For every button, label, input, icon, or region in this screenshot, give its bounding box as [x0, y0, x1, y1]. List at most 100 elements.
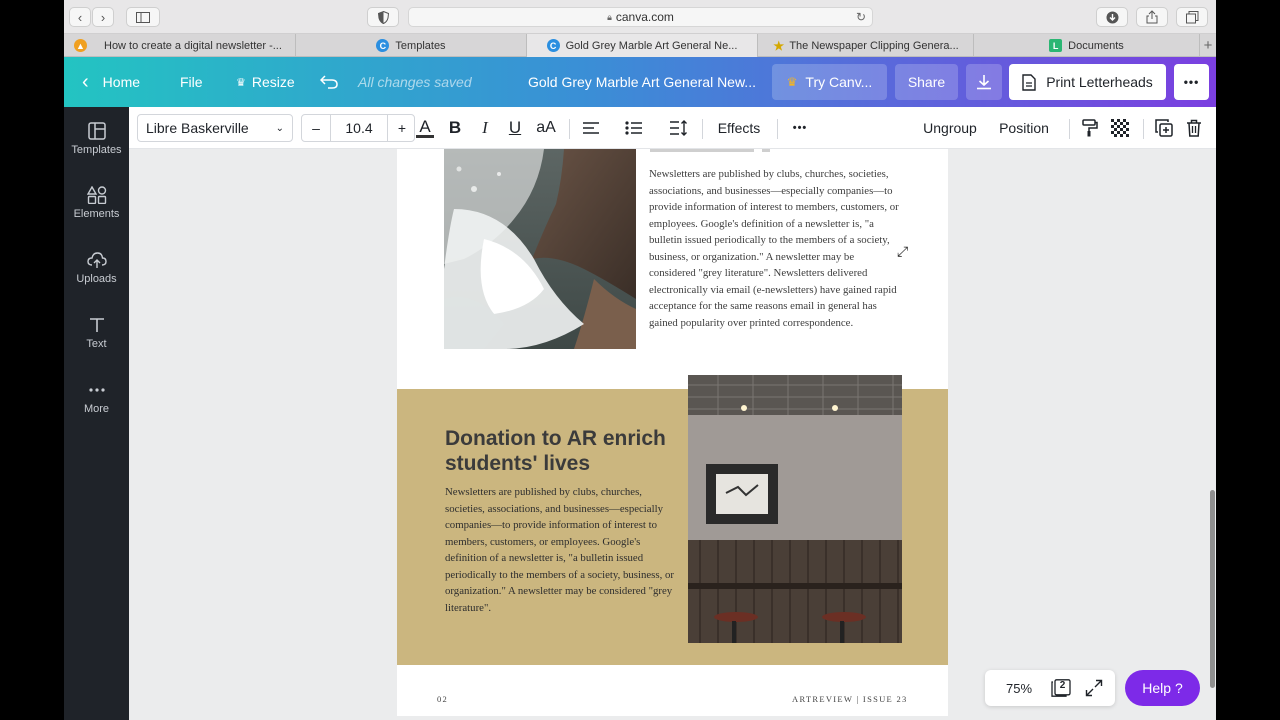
issue-label: ARTREVIEW | ISSUE 23 [792, 694, 908, 704]
download-circle-icon [1106, 11, 1118, 23]
tab-documents[interactable]: L Documents [974, 34, 1200, 57]
font-size-input[interactable]: 10.4 [331, 120, 387, 136]
sidebar-label: Elements [73, 208, 120, 220]
sidebar-item-elements[interactable]: Elements [64, 186, 129, 242]
more-text-options-button[interactable]: ••• [787, 114, 813, 142]
cloud-upload-icon [86, 252, 107, 268]
resize-button[interactable]: ♛ Resize [236, 57, 295, 107]
tab-overview-button[interactable] [1176, 7, 1208, 27]
spacing-button[interactable] [667, 114, 691, 142]
tab-templates[interactable]: C Templates [296, 34, 527, 57]
crown-icon: ♛ [786, 75, 798, 89]
text-color-button[interactable]: A [412, 114, 438, 142]
font-size-stepper: – 10.4 + [301, 114, 415, 142]
decrease-size-button[interactable]: – [302, 120, 330, 136]
tab-gold-grey-marble[interactable]: C Gold Grey Marble Art General Ne... [527, 34, 758, 57]
underline-button[interactable]: U [503, 114, 527, 142]
duplicate-button[interactable] [1153, 114, 1175, 142]
italic-button[interactable]: I [473, 114, 497, 142]
tab-bar: ▲ How to create a digital newsletter -..… [64, 34, 1216, 57]
tab-label: The Newspaper Clipping Genera... [789, 39, 959, 52]
list-button[interactable] [622, 114, 646, 142]
privacy-report-button[interactable] [367, 7, 399, 27]
bullet-list-icon [625, 121, 642, 135]
delete-button[interactable] [1183, 114, 1205, 142]
sidebar-label: Uploads [76, 273, 117, 285]
tabs-icon [1185, 10, 1198, 23]
back-button[interactable]: ‹ [69, 7, 91, 27]
toolbar-divider [777, 119, 778, 139]
text-toolbar: Libre Baskerville ⌄ – 10.4 + A B I U aA … [129, 107, 1216, 149]
downloads-button[interactable] [1096, 7, 1128, 27]
resize-cursor-icon: ⤢ [897, 243, 909, 259]
sidebar-label: More [83, 403, 110, 415]
help-button[interactable]: Help ? [1125, 670, 1200, 706]
transparency-button[interactable] [1109, 114, 1131, 142]
page-count-button[interactable]: 2 [1051, 679, 1071, 697]
bold-button[interactable]: B [443, 114, 467, 142]
color-swatch [416, 134, 434, 138]
print-letterheads-button[interactable]: Print Letterheads [1009, 64, 1166, 100]
text-color-icon: A [419, 116, 431, 136]
canvas-scrollbar-thumb[interactable] [1210, 490, 1215, 688]
print-label: Print Letterheads [1046, 74, 1153, 90]
ocean-wave-photo[interactable] [444, 149, 636, 349]
lock-icon: 🔒︎ [607, 11, 612, 22]
sidebar-item-uploads[interactable]: Uploads [64, 251, 129, 307]
position-button[interactable]: Position [994, 114, 1054, 142]
sidebar-toggle-button[interactable] [126, 7, 160, 27]
forward-button[interactable]: › [92, 7, 114, 27]
side-panel-nav: Templates Elements Uploads Text More [64, 107, 129, 720]
tab-how-to-create[interactable]: ▲ How to create a digital newsletter -..… [64, 34, 296, 57]
font-family-select[interactable]: Libre Baskerville ⌄ [137, 114, 293, 142]
align-button[interactable] [579, 114, 603, 142]
sidebar-icon [136, 11, 150, 23]
checkerboard-icon [1111, 119, 1129, 137]
share-button[interactable]: Share [895, 64, 958, 100]
sidebar-item-templates[interactable]: Templates [64, 122, 129, 178]
fullscreen-button[interactable] [1085, 679, 1103, 697]
try-canva-pro-button[interactable]: ♛ Try Canv... [772, 64, 887, 100]
zoom-controls: 75% 2 [985, 670, 1115, 706]
copy-style-button[interactable] [1079, 114, 1101, 142]
canva-favicon-icon: C [546, 39, 560, 52]
letter-case-button[interactable]: aA [533, 114, 559, 142]
feature-headline[interactable]: Donation to AR enrich students' lives [445, 426, 685, 476]
article-paragraph-2[interactable]: Newsletters are published by clubs, chur… [445, 484, 675, 616]
sidebar-label: Text [86, 338, 107, 350]
cafe-interior-photo[interactable] [688, 375, 902, 643]
zoom-level-button[interactable]: 75% [995, 670, 1043, 706]
new-tab-button[interactable]: + [1200, 34, 1216, 57]
download-button[interactable] [966, 64, 1002, 100]
canva-favicon-icon: C [376, 39, 390, 52]
plus-icon: + [1203, 37, 1213, 54]
tab-newspaper-clipping[interactable]: ★ The Newspaper Clipping Genera... [758, 34, 974, 57]
try-label: Try Canv... [805, 74, 873, 90]
sidebar-item-text[interactable]: Text [64, 316, 129, 372]
more-options-button[interactable]: ••• [1174, 64, 1209, 100]
reload-icon[interactable]: ↻ [856, 10, 866, 24]
share-button[interactable] [1136, 7, 1168, 27]
tab-label: Documents [1068, 39, 1124, 52]
save-status: All changes saved [358, 74, 472, 90]
file-menu-button[interactable]: File [180, 57, 203, 107]
ungroup-button[interactable]: Ungroup [917, 114, 983, 142]
toolbar-divider [702, 119, 703, 139]
undo-button[interactable] [320, 57, 338, 107]
document-icon [1022, 73, 1036, 91]
duplicate-icon [1155, 119, 1173, 137]
document-title[interactable]: Gold Grey Marble Art General New... [528, 57, 756, 107]
page-number: 02 [437, 694, 449, 704]
effects-button[interactable]: Effects [711, 114, 767, 142]
sidebar-item-more[interactable]: More [64, 381, 129, 437]
chevron-left-icon: ‹ [77, 9, 83, 25]
home-label: Home [102, 74, 141, 90]
tab-label: Templates [395, 39, 446, 52]
font-family-value: Libre Baskerville [146, 120, 249, 136]
article-paragraph-1[interactable]: Newsletters are published by clubs, chur… [649, 166, 901, 331]
address-bar[interactable]: 🔒︎ canva.com ↻ [408, 7, 873, 27]
home-button[interactable]: ‹ Home [82, 57, 140, 107]
wave-image [444, 149, 636, 349]
chevron-left-icon: ‹ [82, 70, 89, 93]
trash-icon [1187, 119, 1201, 137]
